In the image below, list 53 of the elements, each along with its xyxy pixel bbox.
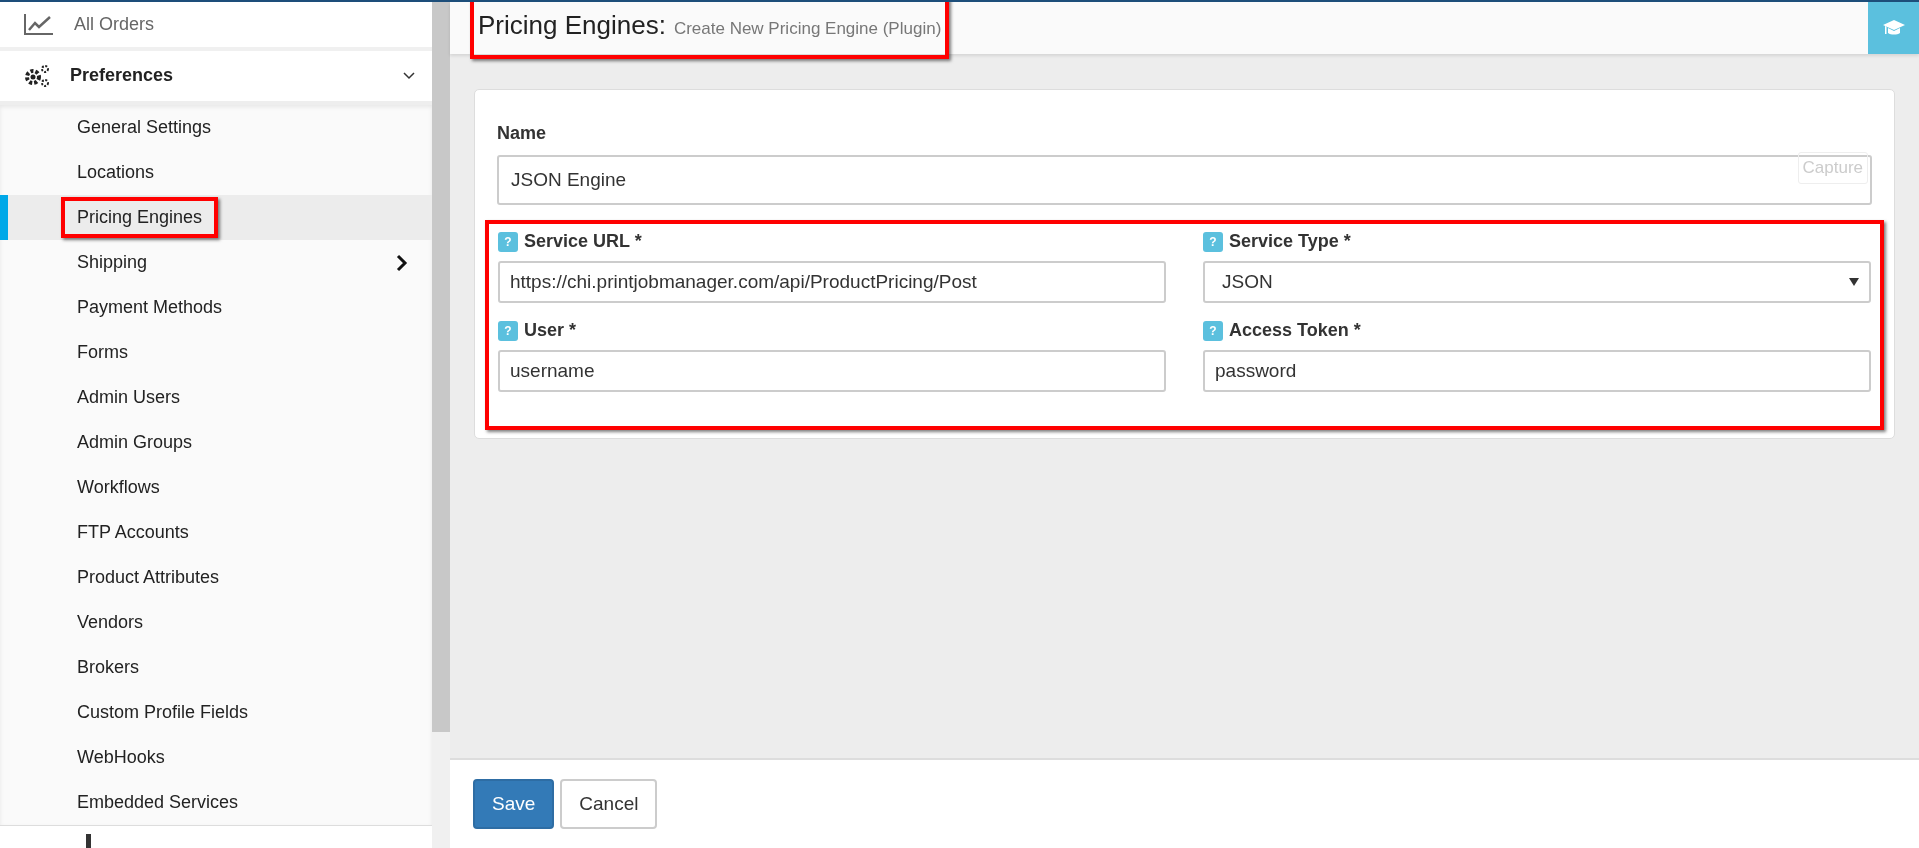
nav-item[interactable]: Custom Profile Fields (0, 690, 432, 735)
chevron-icon (402, 70, 416, 81)
item-label: Product Attributes (76, 566, 221, 589)
nav-item[interactable]: Locations (0, 150, 432, 195)
item-label: WebHooks (76, 746, 166, 769)
field-label: Service URL * (524, 230, 642, 253)
item-label: General Settings (76, 116, 213, 139)
text-input[interactable]: username (498, 350, 1166, 392)
nav-item[interactable]: Vendors (0, 600, 432, 645)
nav-item[interactable]: Payment Methods (0, 285, 432, 330)
line-chart-icon (24, 13, 54, 36)
nav-item[interactable]: Product Attributes (0, 555, 432, 600)
nav-item[interactable]: Admin Users (0, 375, 432, 420)
item-label: Payment Methods (76, 296, 224, 319)
gears-icon (24, 63, 50, 88)
item-label: Pricing Engines (61, 197, 219, 238)
item-label: Admin Users (76, 386, 182, 409)
nav-item[interactable]: Admin Groups (0, 420, 432, 465)
nav-item[interactable]: Forms (0, 330, 432, 375)
page-title: Pricing Engines: (478, 8, 666, 42)
item-label: Locations (76, 161, 156, 184)
text-input[interactable]: password (1203, 350, 1871, 392)
page-subtitle: Create New Pricing Engine (Plugin) (673, 17, 942, 40)
item-label: Forms (76, 341, 129, 364)
field-label: User * (524, 319, 577, 342)
nav-item[interactable]: General Settings (0, 105, 432, 150)
item-label: FTP Accounts (76, 521, 190, 544)
nav-item[interactable]: Pricing Engines (0, 195, 432, 240)
text-input[interactable]: https://chi.printjobmanager.com/api/ProductPricing/Post (498, 261, 1166, 303)
item-label: Workflows (76, 476, 161, 499)
field-label: Access Token * (1229, 319, 1361, 342)
help-button[interactable] (1868, 2, 1919, 54)
item-label: Vendors (76, 611, 145, 634)
nav-item[interactable]: WebHooks (0, 735, 432, 780)
nav-item[interactable]: FTP Accounts (0, 510, 432, 555)
dropdown-arrow-icon (1849, 278, 1859, 286)
field-label: Name (497, 122, 548, 145)
field-label: Service Type * (1229, 230, 1351, 253)
item-label: Embedded Services (76, 791, 240, 814)
nav-item[interactable]: Embedded Services (0, 780, 432, 825)
nav-item[interactable]: Brokers (0, 645, 432, 690)
item-label: Brokers (76, 656, 140, 679)
nav-item[interactable]: Shipping (0, 240, 432, 285)
select-field[interactable]: JSON (1203, 261, 1871, 303)
graduation-cap-icon (1881, 19, 1906, 37)
nav-icon (86, 834, 91, 848)
item-label: Shipping (76, 251, 149, 274)
item-label: Admin Groups (76, 431, 194, 454)
nav-item[interactable]: All Orders (0, 2, 432, 51)
save-button[interactable]: Save (473, 779, 555, 829)
cancel-button[interactable]: Cancel (560, 779, 658, 829)
nav-item[interactable]: Workflows (0, 465, 432, 510)
item-label: Custom Profile Fields (76, 701, 250, 724)
